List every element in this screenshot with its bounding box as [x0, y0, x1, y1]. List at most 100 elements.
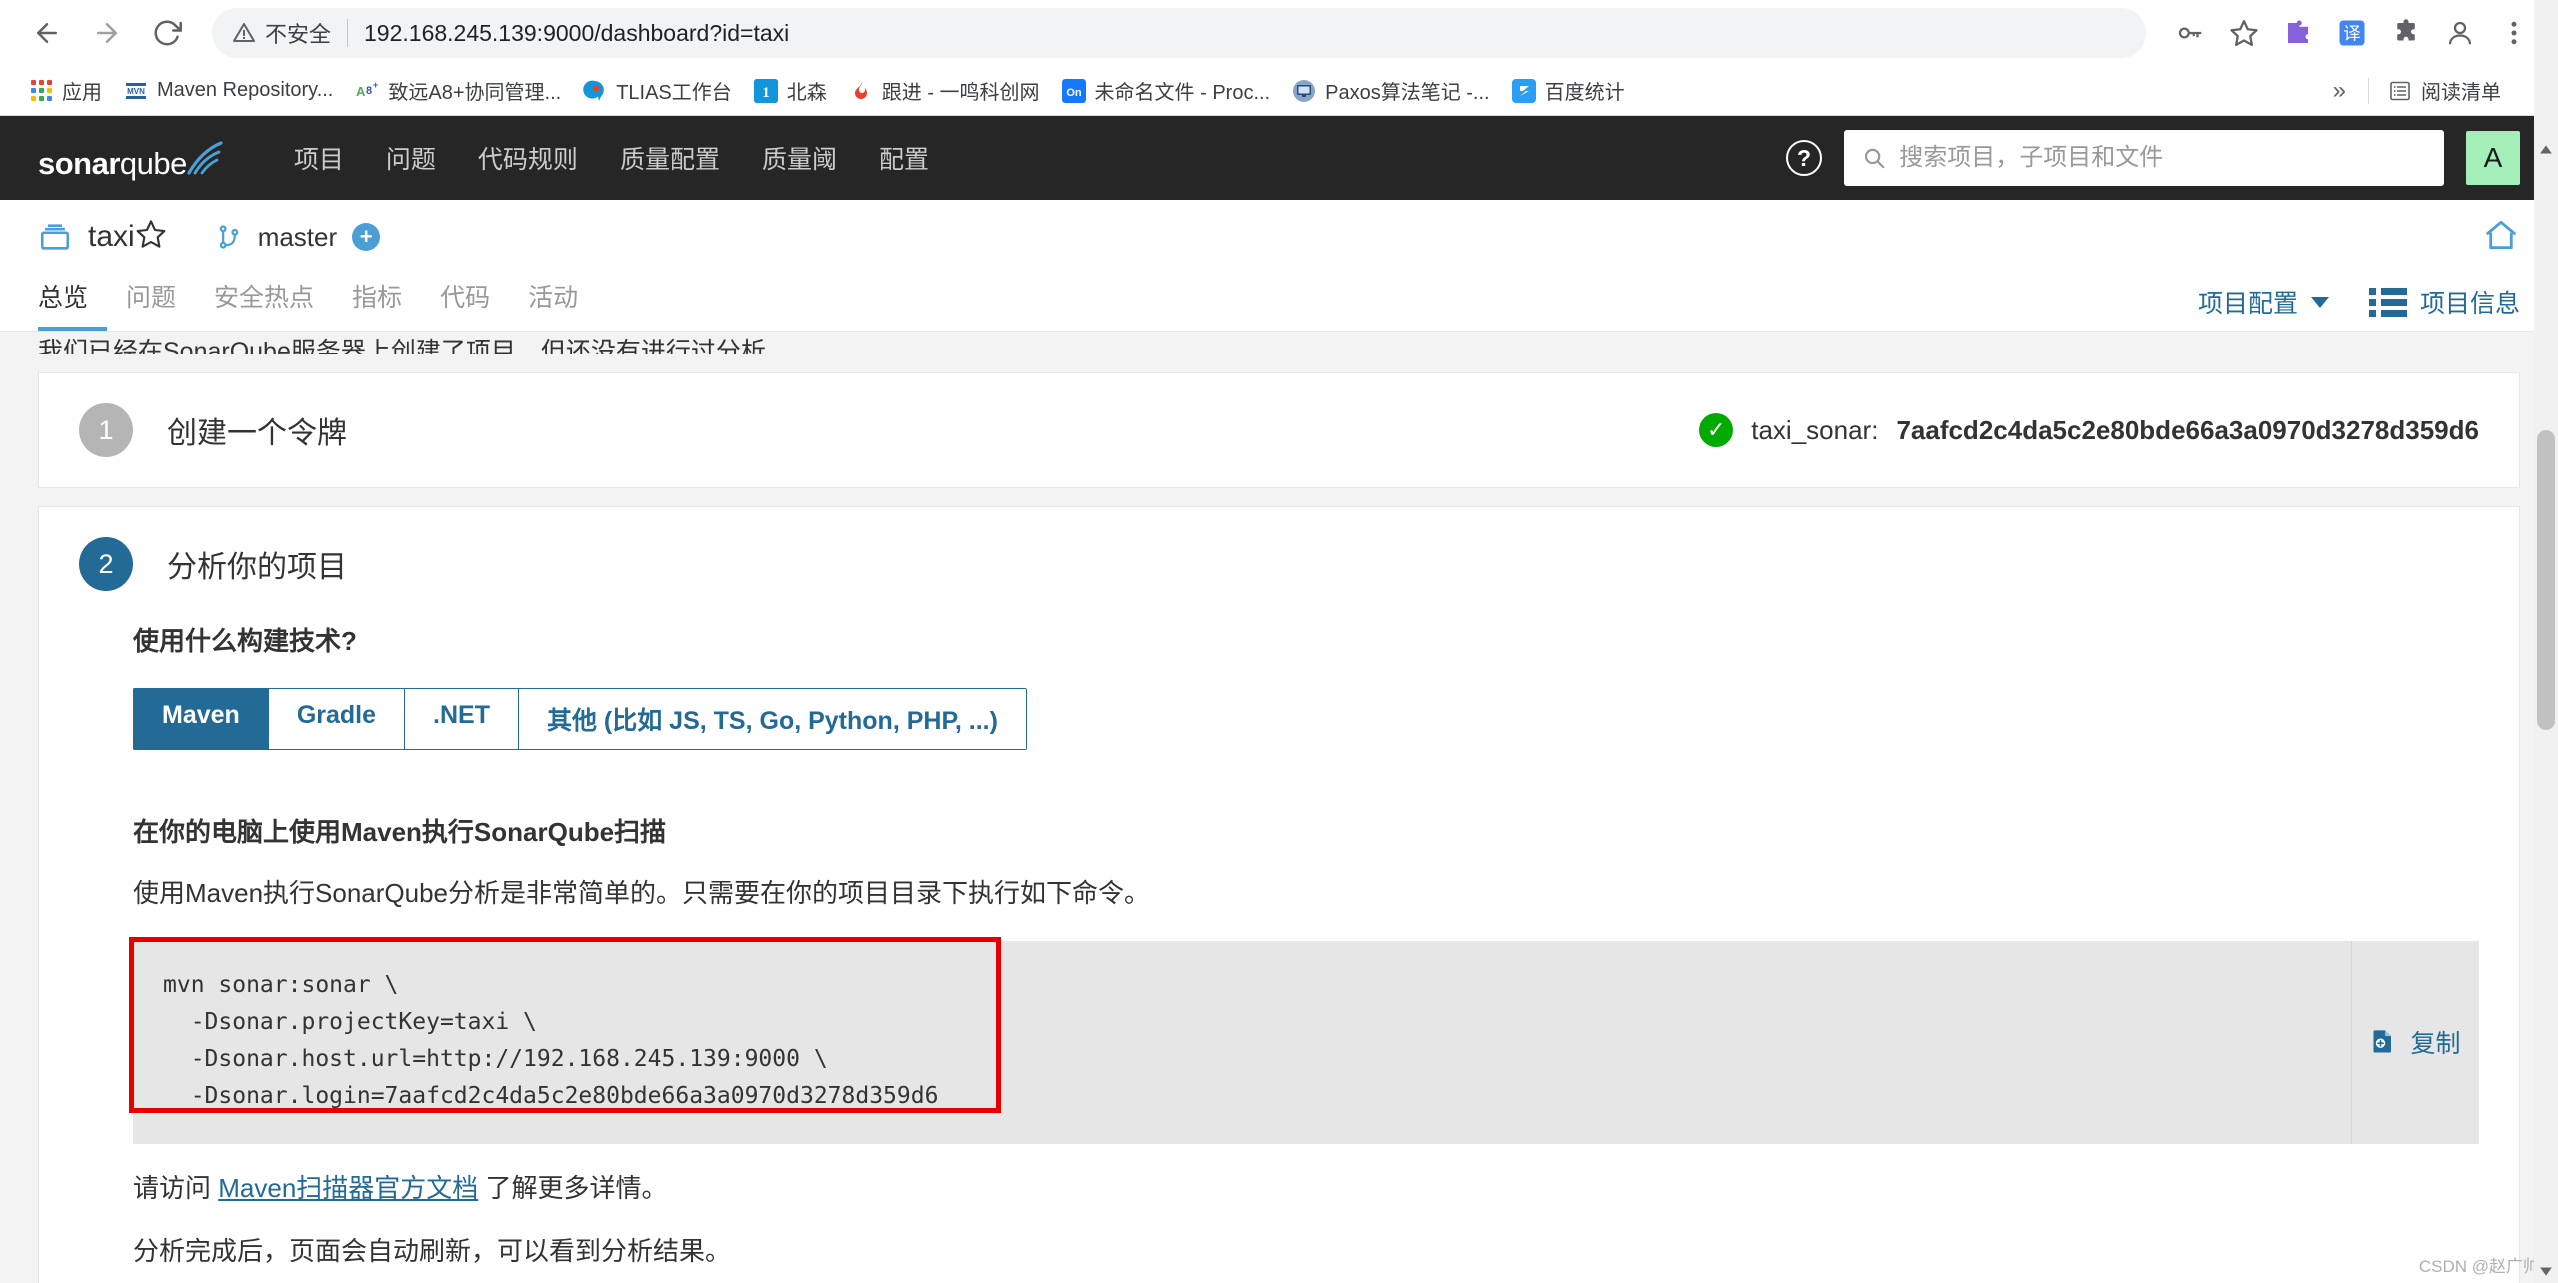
bookmark-apps[interactable]: 应用: [18, 71, 113, 110]
build-tool-other[interactable]: 其他 (比如 JS, TS, Go, Python, PHP, ...): [517, 688, 1027, 750]
tab-measures[interactable]: 指标: [333, 278, 421, 331]
nav-item-projects[interactable]: 项目: [273, 140, 365, 176]
list-icon: [2369, 288, 2407, 317]
search-box[interactable]: [1844, 130, 2444, 186]
bookmark-label: 北森: [786, 82, 827, 104]
browser-menu-icon[interactable]: [2490, 9, 2538, 57]
bookmark-label: 应用: [62, 82, 102, 104]
project-tab-bar: 总览 问题 安全热点 指标 代码 活动 项目配置 项目信息: [0, 274, 2558, 332]
extension-puzzle-purple-icon[interactable]: [2274, 9, 2322, 57]
auto-refresh-note: 分析完成后，页面会自动刷新，可以看到分析结果。: [133, 1236, 732, 1267]
branch-selector[interactable]: master +: [215, 222, 381, 253]
bookmark-zhiyuan-a8[interactable]: A 8 + 致远A8+协同管理...: [344, 71, 572, 110]
scrollbar-thumb[interactable]: [2537, 430, 2555, 730]
bookmark-label: 未命名文件 - Proc...: [1094, 82, 1271, 104]
copy-button-label: 复制: [2410, 1030, 2461, 1059]
favorite-star-icon[interactable]: [135, 218, 167, 256]
translate-icon[interactable]: 译: [2328, 9, 2376, 57]
nav-item-rules[interactable]: 代码规则: [457, 140, 599, 176]
nav-item-issues[interactable]: 问题: [365, 140, 457, 176]
svg-text:A: A: [356, 84, 366, 99]
bookmark-baidu-tongji[interactable]: 百度统计: [1501, 71, 1636, 110]
bookmark-tlias[interactable]: TLIAS工作台: [572, 71, 743, 110]
bookmark-label: TLIAS工作台: [616, 82, 732, 104]
tab-bar-right: 项目配置 项目信息: [2198, 284, 2520, 331]
bookmark-label: 百度统计: [1544, 82, 1625, 104]
password-key-icon[interactable]: [2166, 9, 2214, 57]
scroll-down-arrow[interactable]: [2534, 1259, 2558, 1283]
back-button[interactable]: [20, 6, 74, 60]
security-warning-label: 不安全: [265, 22, 332, 47]
bookmark-beisen[interactable]: 1 北森: [743, 71, 838, 110]
maven-scanner-docs-link[interactable]: Maven扫描器官方文档: [218, 1173, 478, 1203]
svg-text:+: +: [373, 80, 378, 90]
bookmark-star-icon[interactable]: [2220, 9, 2268, 57]
bookmark-maven-repository[interactable]: MVN Maven Repository...: [113, 74, 344, 108]
bookmark-label: Maven Repository...: [157, 79, 334, 101]
add-branch-icon[interactable]: +: [352, 223, 381, 251]
address-bar[interactable]: 不安全 192.168.245.139:9000/dashboard?id=ta…: [212, 8, 2146, 58]
baidu-icon: [1511, 78, 1536, 103]
beisen-icon: 1: [753, 78, 778, 103]
nav-item-administration[interactable]: 配置: [858, 140, 950, 176]
help-icon[interactable]: ?: [1786, 140, 1822, 176]
home-icon[interactable]: [2482, 216, 2520, 259]
command-code-block[interactable]: mvn sonar:sonar \ -Dsonar.projectKey=tax…: [133, 941, 2351, 1144]
step1-card: 1 创建一个令牌 ✓ taxi_sonar: 7aafcd2c4da5c2e80b…: [38, 372, 2520, 488]
page-scrollbar[interactable]: [2534, 0, 2558, 1283]
bookmark-yiming[interactable]: 跟进 - 一鸣科创网: [838, 71, 1051, 110]
forward-button[interactable]: [80, 6, 134, 60]
copy-icon: [2373, 1030, 2392, 1053]
tlias-icon: [583, 79, 607, 103]
security-warning[interactable]: 不安全: [232, 17, 331, 49]
profile-avatar-icon[interactable]: [2436, 9, 2484, 57]
tab-security-hotspots[interactable]: 安全热点: [195, 278, 333, 331]
reading-list-button[interactable]: 阅读清单: [2377, 71, 2512, 110]
bookmarks-separator: [2368, 77, 2369, 104]
avatar[interactable]: A: [2466, 131, 2520, 185]
build-tool-gradle[interactable]: Gradle: [267, 688, 405, 750]
step2-card: 2 分析你的项目 使用什么构建技术? Maven Gradle .NET 其他 …: [38, 506, 2520, 1283]
bookmark-paxos-notes[interactable]: Paxos算法笔记 -...: [1281, 71, 1500, 110]
tab-code[interactable]: 代码: [421, 278, 509, 331]
branch-icon: [219, 225, 238, 249]
extensions-icon[interactable]: [2382, 9, 2430, 57]
search-input[interactable]: [1899, 144, 2426, 172]
scroll-up-arrow[interactable]: [2534, 138, 2558, 162]
apps-grid-icon: [29, 79, 53, 103]
warning-triangle-icon: [233, 23, 255, 42]
project-information-button[interactable]: 项目信息: [2369, 284, 2520, 320]
build-tool-maven[interactable]: Maven: [133, 688, 268, 750]
monitor-icon: [1292, 79, 1316, 103]
tab-overview[interactable]: 总览: [38, 278, 108, 331]
tab-issues[interactable]: 问题: [107, 278, 195, 331]
step2-row: 2 分析你的项目: [39, 507, 2519, 621]
project-name-text: taxi: [88, 220, 135, 253]
on-icon: On: [1061, 78, 1086, 103]
step1-row: 1 创建一个令牌 ✓ taxi_sonar: 7aafcd2c4da5c2e80b…: [39, 373, 2519, 487]
check-circle-icon: ✓: [1699, 413, 1734, 447]
bookmark-processon[interactable]: On 未命名文件 - Proc...: [1051, 71, 1282, 110]
step2-body: 使用什么构建技术? Maven Gradle .NET 其他 (比如 JS, T…: [39, 621, 2519, 1283]
omnibox-divider: [347, 19, 349, 47]
project-name-link[interactable]: taxi: [38, 220, 135, 254]
url-text[interactable]: 192.168.245.139:9000/dashboard?id=taxi: [364, 20, 789, 47]
sonarqube-wave-icon: [187, 141, 223, 175]
project-settings-dropdown[interactable]: 项目配置: [2198, 284, 2329, 320]
sonarqube-logo[interactable]: sonarqube: [38, 137, 225, 179]
tutorial-intro-clipped: 我们已经在SonarQube服务器上创建了项目，但还没有进行过分析。: [38, 338, 791, 354]
nav-item-quality-profiles[interactable]: 质量配置: [599, 140, 741, 176]
command-code-block-wrapper: mvn sonar:sonar \ -Dsonar.projectKey=tax…: [129, 936, 2479, 1144]
flame-icon: [849, 79, 873, 103]
copy-button[interactable]: 复制: [2370, 1024, 2461, 1060]
nav-item-quality-gates[interactable]: 质量阈: [741, 140, 858, 176]
bookmarks-overflow-icon[interactable]: »: [2319, 77, 2360, 105]
bookmark-label: Paxos算法笔记 -...: [1325, 82, 1490, 104]
project-box-icon: [40, 224, 70, 250]
reading-list-icon: [2388, 79, 2412, 103]
tab-activity[interactable]: 活动: [509, 278, 597, 331]
reload-button[interactable]: [140, 6, 194, 60]
a8-icon: A 8 +: [355, 79, 379, 103]
build-tool-dotnet[interactable]: .NET: [404, 688, 518, 750]
bookmarks-bar: 应用 MVN Maven Repository... A 8 + 致远A8+协同管理…: [0, 66, 2558, 116]
